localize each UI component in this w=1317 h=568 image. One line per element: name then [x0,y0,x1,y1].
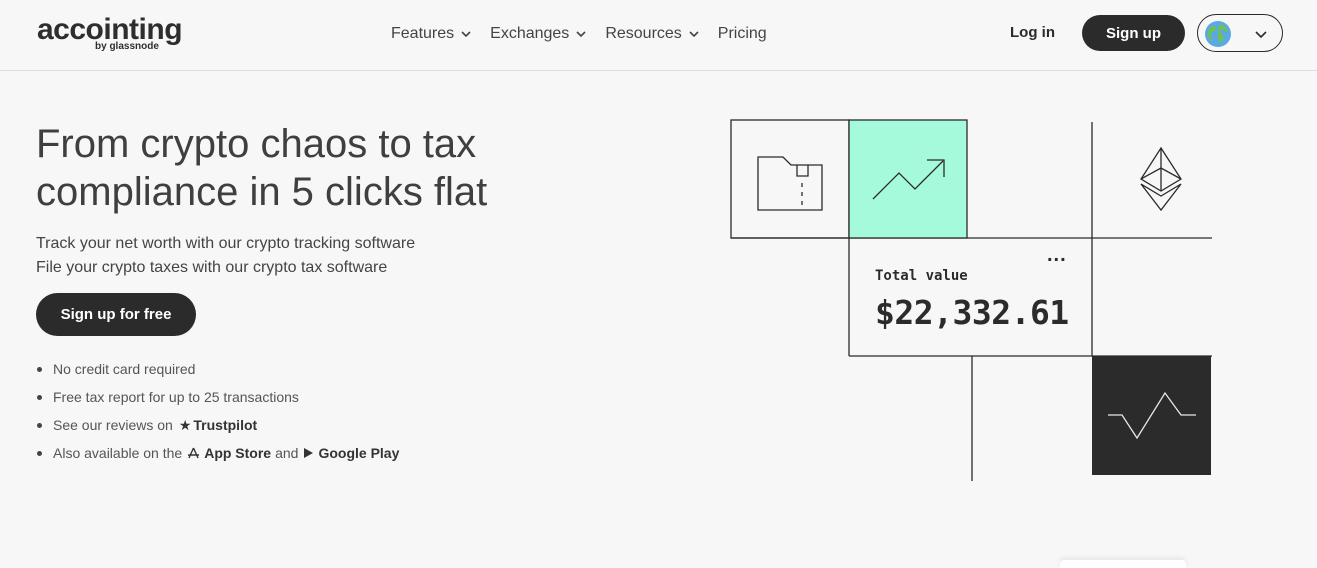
total-value-amount: $22,332.61 [875,293,1069,332]
total-value-label: Total value [875,268,968,284]
more-options-icon: ... [1047,244,1067,266]
hero-illustration [730,119,1212,481]
floating-widget-edge [1060,560,1186,568]
ethereum-icon [1140,146,1182,212]
growth-tile [848,119,968,239]
folder-icon [757,156,823,211]
